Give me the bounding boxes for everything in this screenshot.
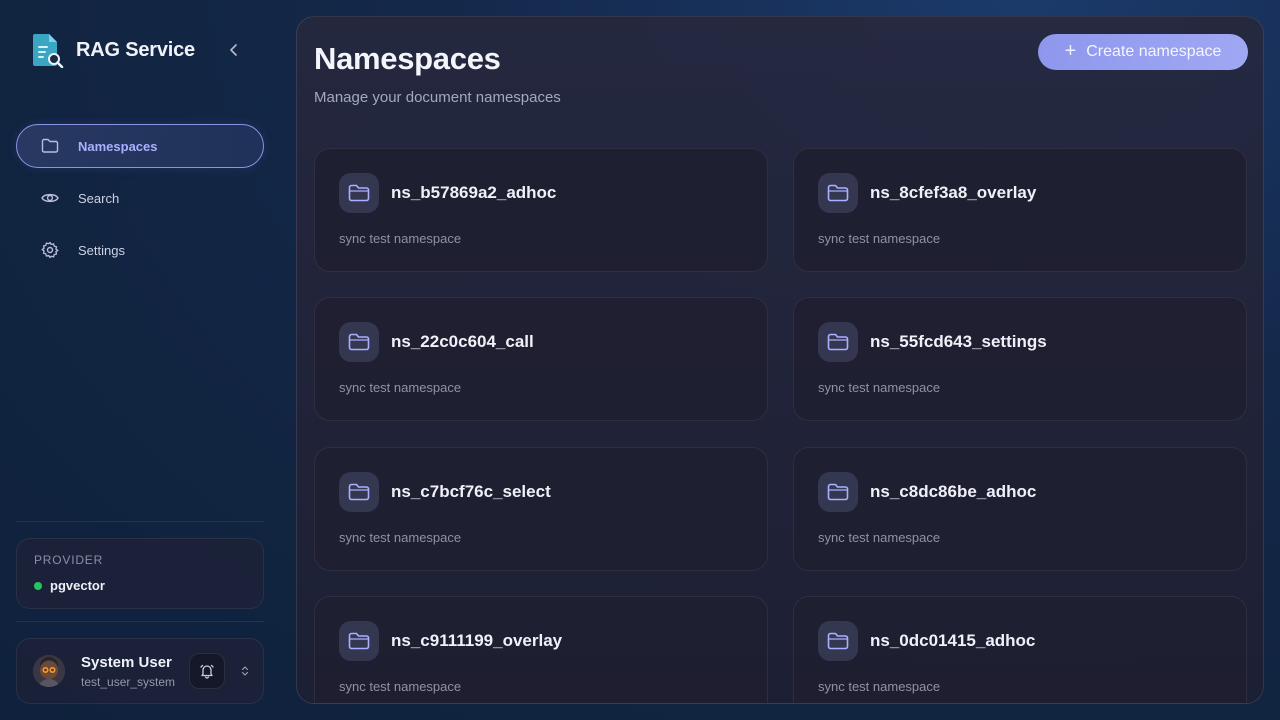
namespace-description: sync test namespace	[339, 380, 462, 395]
namespace-name: ns_c8dc86be_adhoc	[870, 482, 1037, 501]
namespace-card[interactable]: ns_b57869a2_adhoc sync test namespace	[314, 148, 768, 272]
provider-status: pgvector	[34, 578, 246, 593]
provider-name: pgvector	[50, 578, 105, 593]
folder-icon	[339, 173, 379, 213]
namespace-name: ns_c7bcf76c_select	[391, 482, 551, 501]
plus-icon: +	[1064, 40, 1077, 62]
folder-icon	[818, 621, 858, 661]
namespace-name: ns_b57869a2_adhoc	[391, 183, 557, 202]
namespace-description: sync test namespace	[818, 679, 941, 694]
sidebar-item-label: Search	[78, 190, 120, 206]
user-name: System User	[81, 654, 172, 671]
bell-icon	[200, 664, 214, 679]
namespace-name: ns_8cfef3a8_overlay	[870, 183, 1037, 202]
namespace-card[interactable]: ns_c7bcf76c_select sync test namespace	[314, 447, 768, 571]
eye-icon	[40, 188, 60, 208]
page-title: Namespaces	[314, 41, 501, 76]
folder-icon	[339, 621, 379, 661]
sidebar-item-label: Namespaces	[78, 138, 158, 154]
folder-icon	[40, 136, 60, 156]
gear-icon	[40, 240, 60, 260]
namespace-description: sync test namespace	[818, 231, 941, 246]
namespace-card[interactable]: ns_22c0c604_call sync test namespace	[314, 297, 768, 421]
namespace-description: sync test namespace	[818, 380, 941, 395]
namespace-description: sync test namespace	[339, 530, 462, 545]
namespace-name: ns_0dc01415_adhoc	[870, 631, 1036, 650]
folder-icon	[339, 472, 379, 512]
folder-icon	[339, 322, 379, 362]
brand: RAG Service	[32, 32, 195, 69]
sidebar-nav: Namespaces Search Settings	[16, 124, 264, 280]
collapse-sidebar-button[interactable]	[224, 40, 244, 60]
divider	[16, 521, 264, 522]
namespace-name: ns_22c0c604_call	[391, 332, 534, 351]
sidebar-item-settings[interactable]: Settings	[16, 228, 264, 272]
sidebar: RAG Service Namespaces Search Settings P…	[0, 0, 280, 720]
app-title: RAG Service	[76, 38, 195, 61]
namespace-description: sync test namespace	[339, 679, 462, 694]
namespace-description: sync test namespace	[339, 231, 462, 246]
document-search-icon	[32, 32, 64, 69]
namespace-card[interactable]: ns_c9111199_overlay sync test namespace	[314, 596, 768, 703]
status-dot-icon	[34, 581, 42, 590]
namespace-card[interactable]: ns_0dc01415_adhoc sync test namespace	[793, 596, 1247, 703]
namespace-card[interactable]: ns_8cfef3a8_overlay sync test namespace	[793, 148, 1247, 272]
notifications-button[interactable]	[189, 653, 225, 689]
chevrons-up-down-icon	[241, 666, 249, 676]
provider-label: PROVIDER	[34, 553, 104, 567]
sidebar-item-label: Settings	[78, 242, 125, 258]
user-email: test_user_system	[81, 675, 176, 689]
namespace-description: sync test namespace	[818, 530, 941, 545]
namespace-name: ns_55fcd643_settings	[870, 332, 1047, 351]
folder-icon	[818, 173, 858, 213]
namespace-name: ns_c9111199_overlay	[391, 631, 563, 650]
sidebar-item-namespaces[interactable]: Namespaces	[16, 124, 264, 168]
folder-icon	[818, 322, 858, 362]
divider	[16, 621, 264, 622]
provider-card: PROVIDER pgvector	[16, 538, 264, 609]
namespace-card[interactable]: ns_c8dc86be_adhoc sync test namespace	[793, 447, 1247, 571]
main-panel: Namespaces Manage your document namespac…	[296, 16, 1264, 704]
account-menu-button[interactable]	[237, 663, 253, 679]
folder-icon	[818, 472, 858, 512]
avatar	[33, 655, 65, 687]
chevron-left-icon	[230, 44, 237, 56]
namespace-card[interactable]: ns_55fcd643_settings sync test namespace	[793, 297, 1247, 421]
page-subtitle: Manage your document namespaces	[314, 89, 561, 106]
sidebar-item-search[interactable]: Search	[16, 176, 264, 220]
user-card[interactable]: System User test_user_system	[16, 638, 264, 704]
create-namespace-button[interactable]: + Create namespace	[1038, 34, 1248, 70]
create-namespace-label: Create namespace	[1086, 43, 1222, 60]
